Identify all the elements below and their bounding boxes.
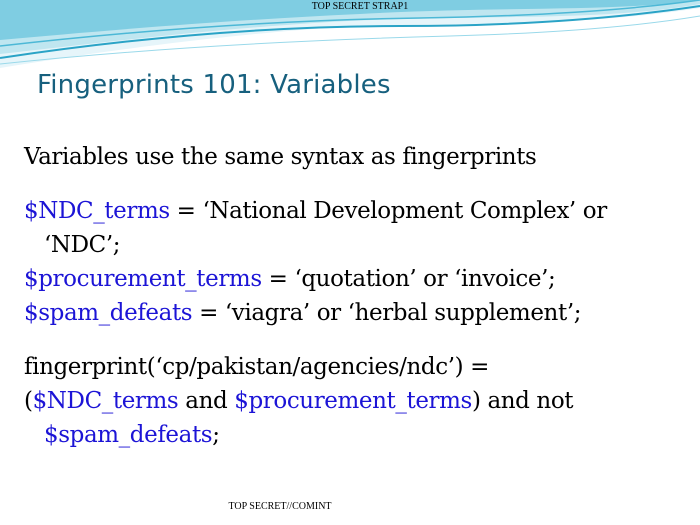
semicolon: ; <box>212 422 220 448</box>
intro-text: Variables use the same syntax as fingerp… <box>24 144 537 170</box>
definition-procurement-terms: $procurement_terms = ‘quotation’ or ‘inv… <box>24 262 694 296</box>
variable-value: = ‘viagra’ or ‘herbal supplement’; <box>192 300 582 326</box>
fingerprint-declaration: fingerprint(‘cp/pakistan/agencies/ndc’) … <box>24 354 489 380</box>
fingerprint-expression: ($NDC_terms and $procurement_terms) and … <box>24 384 694 418</box>
classification-top: TOP SECRET STRAP1 <box>311 1 409 12</box>
slide-body: Variables use the same syntax as fingerp… <box>24 140 694 452</box>
and-operator: and <box>178 388 235 414</box>
definition-spam-defeats: $spam_defeats = ‘viagra’ or ‘herbal supp… <box>24 296 694 330</box>
definition-ndc-terms-cont: ‘NDC’; <box>44 232 121 258</box>
variable-name: $procurement_terms <box>24 266 262 292</box>
variable-name: $spam_defeats <box>24 300 193 326</box>
variable-name: $NDC_terms <box>24 198 170 224</box>
variable-ref-spam: $spam_defeats <box>44 422 213 448</box>
variable-ref-procurement: $procurement_terms <box>234 388 472 414</box>
variable-ref-ndc: $NDC_terms <box>32 388 179 414</box>
classification-bottom: TOP SECRET//COMINT <box>228 501 332 512</box>
definition-ndc-terms: $NDC_terms = ‘National Development Compl… <box>24 194 694 228</box>
variable-value: = ‘National Development Complex’ or <box>169 198 608 224</box>
paren: ( <box>24 388 33 414</box>
and-not-operator: ) and not <box>471 388 574 414</box>
slide-title: Fingerprints 101: Variables <box>37 70 391 100</box>
variable-value: = ‘quotation’ or ‘invoice’; <box>261 266 556 292</box>
fingerprint-expression-cont: $spam_defeats; <box>24 418 694 452</box>
